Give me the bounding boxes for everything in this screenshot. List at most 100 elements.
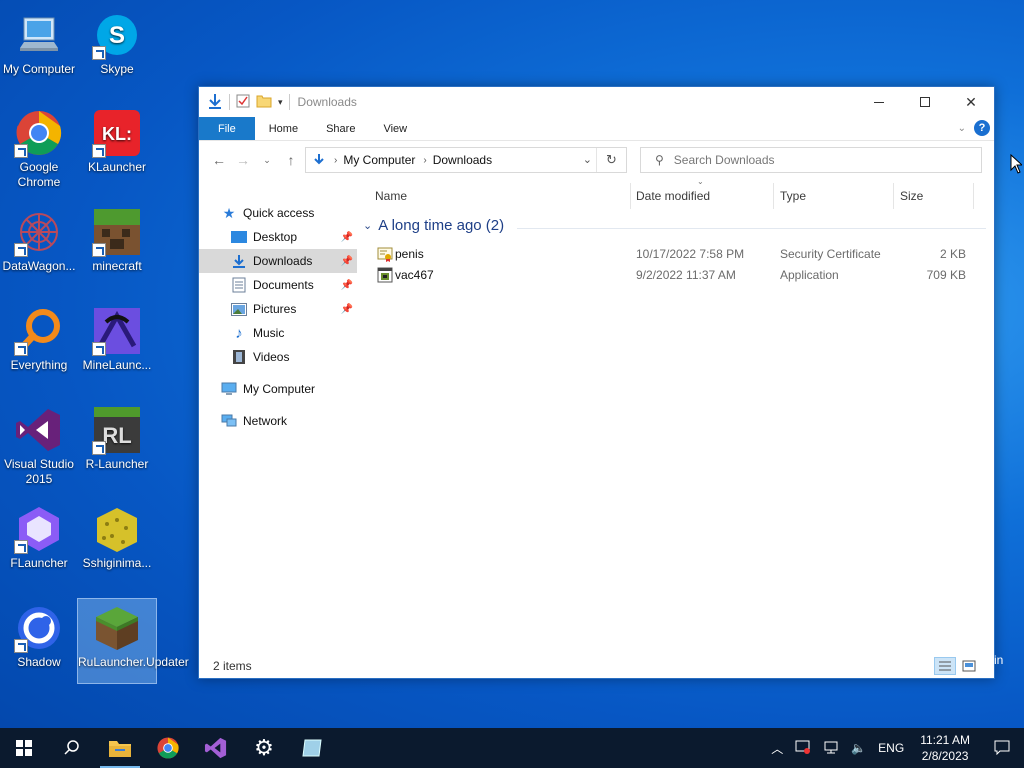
gear-icon: ⚙ [254,735,274,760]
nav-quick-access[interactable]: ★ Quick access [199,201,357,225]
desktop-icon-datawagon[interactable]: DataWagon... [0,203,78,274]
volume-icon[interactable]: 🔈 [845,741,872,755]
properties-icon[interactable] [236,94,250,111]
desktop-icon-sshiginima[interactable]: Sshiginima... [78,500,156,571]
address-dropdown-icon[interactable]: ⌄ [583,153,592,166]
group-header[interactable]: ⌄ A long time ago (2) [363,217,504,234]
start-button[interactable] [0,728,48,768]
nav-my-computer[interactable]: My Computer [199,377,357,401]
taskbar-visual-studio[interactable] [192,728,240,768]
nav-label: Downloads [253,254,313,268]
desktop-icon-rlauncher[interactable]: RL R-Launcher [78,401,156,472]
nav-music[interactable]: ♪ Music [199,321,357,345]
column-header-type[interactable]: Type [780,189,806,203]
desktop-icon-label: minecraft [92,259,142,273]
collapse-chevron-icon: ⌄ [363,220,373,232]
input-language[interactable]: ENG [872,741,910,755]
column-header-size[interactable]: Size [900,189,923,203]
desktop-icon-my-computer[interactable]: My Computer [0,6,78,77]
tab-view[interactable]: View [369,117,421,140]
new-folder-icon[interactable] [256,94,272,111]
tray-app-icon[interactable] [789,739,817,758]
downloads-folder-icon [231,253,247,269]
chrome-icon [14,108,64,158]
desktop-icon-flauncher[interactable]: FLauncher [0,500,78,571]
navigation-pane[interactable]: ★ Quick access Desktop 📌 Downloads 📌 Doc… [199,179,357,654]
desktop-icon-skype[interactable]: S Skype [78,6,156,77]
nav-desktop[interactable]: Desktop 📌 [199,225,357,249]
breadcrumb-downloads[interactable]: Downloads [433,153,492,167]
desktop-icon-label: KLauncher [87,160,147,174]
expand-ribbon-icon[interactable]: ⌄ [958,123,966,134]
explorer-body: ★ Quick access Desktop 📌 Downloads 📌 Doc… [199,177,994,654]
customize-dropdown-icon[interactable]: ▾ [278,97,283,108]
desktop-icon-minelauncher[interactable]: MineLaunc... [78,302,156,373]
column-header-date-modified[interactable]: Date modified [636,189,710,203]
film-strip-icon [231,349,247,365]
shortcut-arrow-icon [92,144,106,158]
column-divider[interactable] [893,183,894,209]
desktop-icon-rulauncher-updater[interactable]: RuLauncher.Updater [77,598,189,684]
shortcut-arrow-icon [92,441,106,455]
nav-label: Pictures [253,302,297,316]
nav-documents[interactable]: Documents 📌 [199,273,357,297]
back-button[interactable]: ← [207,152,231,168]
recent-locations-button[interactable]: ⌄ [255,155,279,166]
title-bar[interactable]: ▾ Downloads ✕ [199,87,994,117]
action-center-button[interactable] [980,739,1024,758]
column-headers: Name Date modified ⌄ Type Size [357,177,994,215]
show-hidden-icons-button[interactable]: ︿ [765,740,789,757]
tab-home[interactable]: Home [255,117,312,140]
file-type: Application [780,268,839,282]
tab-share[interactable]: Share [312,117,369,140]
desktop-icon-visual-studio[interactable]: Visual Studio 2015 [0,401,78,487]
desktop-icon-label: FLauncher [10,556,68,570]
nav-pictures[interactable]: Pictures 📌 [199,297,357,321]
refresh-button[interactable]: ↻ [596,148,626,172]
help-icon[interactable]: ? [974,120,990,136]
nav-downloads[interactable]: Downloads 📌 [199,249,357,273]
close-button[interactable]: ✕ [948,87,994,117]
network-status-icon[interactable] [817,739,845,758]
separator [288,94,290,110]
maximize-button[interactable] [902,87,948,117]
file-row[interactable]: vac467 9/2/2022 11:37 AM Application 709… [373,265,973,285]
desktop-icon-shadow[interactable]: Shadow [0,599,78,670]
address-bar[interactable]: › My Computer › Downloads ⌄ ↻ [305,147,627,173]
up-button[interactable]: ↑ [279,152,303,168]
column-header-name[interactable]: Name [375,189,407,203]
nav-videos[interactable]: Videos [199,345,357,369]
taskbar-chrome[interactable] [144,728,192,768]
taskbar-app[interactable] [288,728,336,768]
column-divider[interactable] [630,183,631,209]
file-list[interactable]: Name Date modified ⌄ Type Size ⌄ A long … [357,177,994,654]
pin-icon: 📌 [340,279,353,291]
minecraft-icon [92,207,142,257]
search-icon: ⚲ [655,153,664,167]
application-icon [377,267,393,283]
desktop-icon-everything[interactable]: Everything [0,302,78,373]
large-icons-view-button[interactable] [958,657,980,675]
forward-button[interactable]: → [231,152,255,168]
grass-block-icon [92,603,142,653]
desktop-icon-google-chrome[interactable]: Google Chrome [0,104,78,190]
column-divider[interactable] [973,183,974,209]
partial-background-text: in [994,653,1004,667]
tab-file[interactable]: File [199,117,255,140]
details-view-button[interactable] [934,657,956,675]
taskbar-file-explorer[interactable] [96,728,144,768]
minimize-button[interactable] [856,87,902,117]
desktop-icon-minecraft[interactable]: minecraft [78,203,156,274]
search-input[interactable]: ⚲ Search Downloads [640,147,982,173]
desktop-icon-label: Google Chrome [17,160,61,189]
column-divider[interactable] [773,183,774,209]
taskbar-settings[interactable]: ⚙ [240,728,288,768]
explorer-window[interactable]: ▾ Downloads ✕ File Home Share View ⌄ ? ←… [198,86,995,679]
file-row[interactable]: penis 10/17/2022 7:58 PM Security Certif… [373,244,973,264]
breadcrumb-my-computer[interactable]: My Computer [343,153,415,167]
desktop-icon-label: Shadow [17,655,61,669]
nav-network[interactable]: Network [199,409,357,433]
taskbar-search-button[interactable] [48,728,96,768]
clock[interactable]: 11:21 AM 2/8/2023 [910,732,980,764]
desktop-icon-klauncher[interactable]: KL: KLauncher [78,104,156,175]
